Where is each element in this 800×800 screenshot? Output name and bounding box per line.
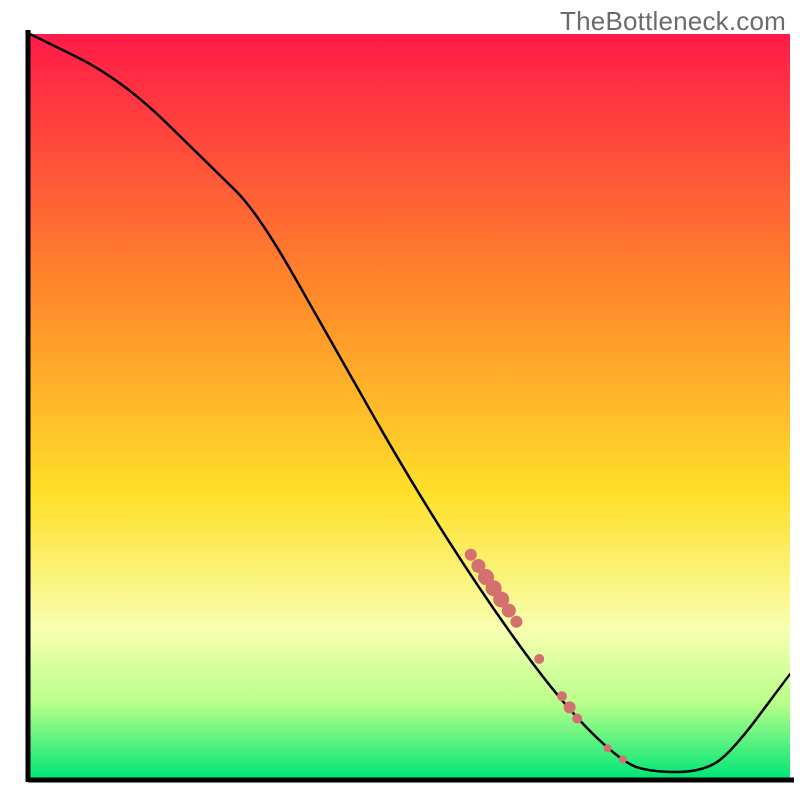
data-marker (465, 549, 477, 561)
bottleneck-chart: TheBottleneck.com (0, 0, 800, 800)
data-marker (564, 701, 576, 713)
data-marker (534, 654, 544, 664)
chart-svg (0, 0, 800, 800)
data-marker (619, 755, 627, 763)
data-marker (502, 604, 516, 618)
data-marker (572, 713, 582, 723)
plot-background (30, 34, 790, 778)
data-marker (510, 616, 522, 628)
watermark-text: TheBottleneck.com (560, 6, 786, 37)
data-marker (557, 691, 567, 701)
data-marker (604, 744, 612, 752)
